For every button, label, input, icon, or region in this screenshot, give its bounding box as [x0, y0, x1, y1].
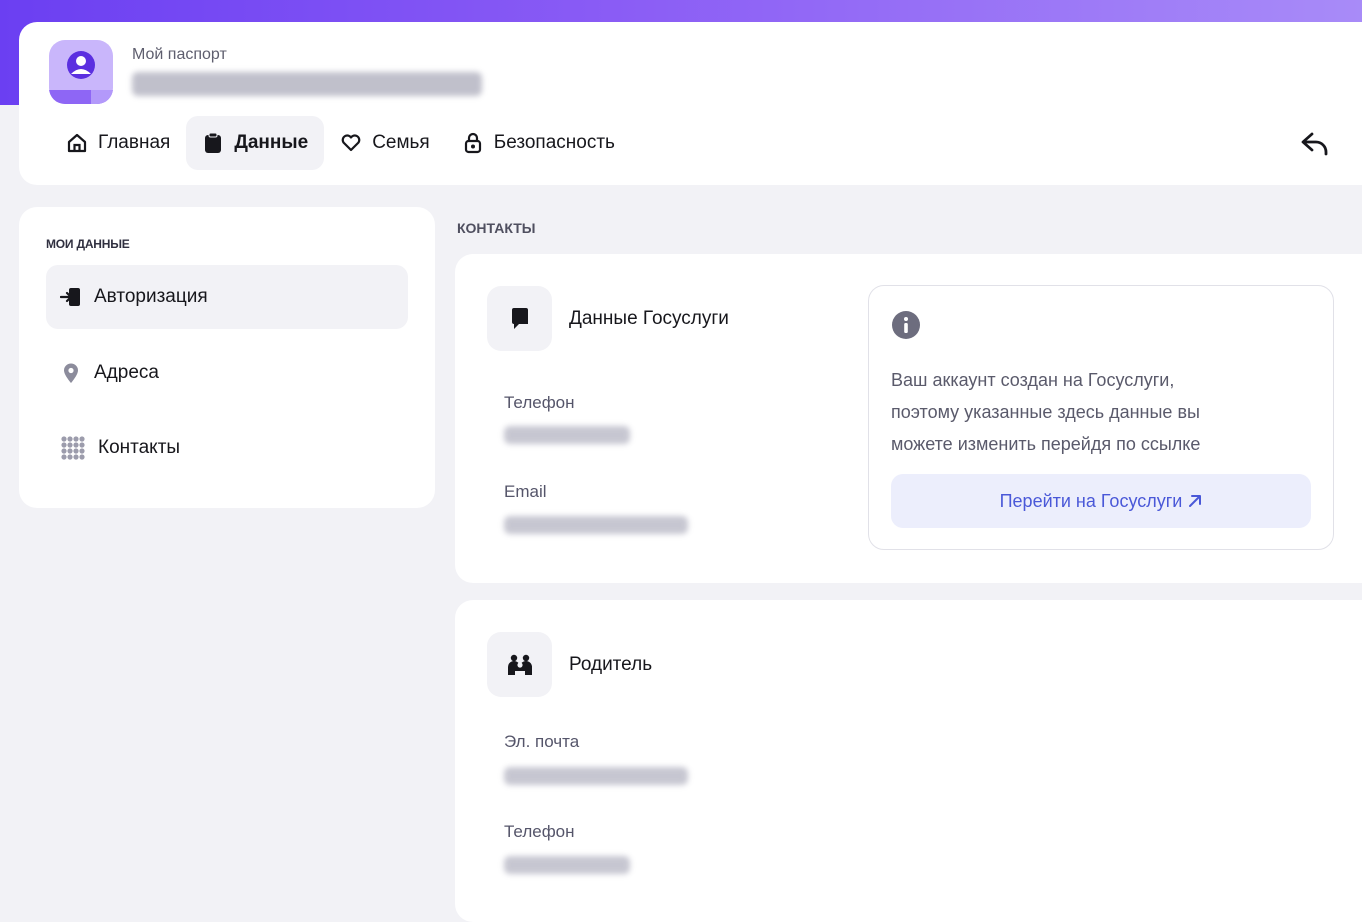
bookmark-icon	[511, 307, 528, 329]
gosuslugi-icon-box	[487, 286, 552, 351]
goto-gosuslugi-button[interactable]: Перейти на Госуслуги	[891, 474, 1311, 528]
info-text: Ваш аккаунт создан на Госуслуги, поэтому…	[891, 364, 1311, 460]
email-label: Эл. почта	[504, 732, 580, 751]
email-label: Email	[504, 482, 547, 501]
user-icon	[67, 51, 95, 79]
sidebar: Мои данные Авторизация Адреса Контакты	[19, 207, 435, 508]
nav-home-label: Главная	[98, 132, 171, 153]
lock-icon	[464, 132, 481, 154]
home-icon	[67, 133, 87, 153]
nav-family[interactable]: Семья	[324, 116, 446, 170]
sidebar-item-label: Контакты	[98, 437, 181, 458]
phone-label: Телефон	[504, 393, 575, 412]
info-icon	[892, 311, 920, 339]
arrow-up-right-icon	[1189, 495, 1202, 507]
main-nav: Главная Данные Семья Безопасность	[50, 116, 631, 170]
location-pin-icon	[64, 363, 78, 383]
nav-home[interactable]: Главная	[50, 116, 186, 170]
gosuslugi-data-card: Данные Госуслуги Телефон Email Ваш аккау…	[455, 254, 1362, 583]
passport-label: Мой паспорт	[132, 46, 227, 63]
email-value-blurred	[504, 516, 688, 534]
sidebar-item-contacts[interactable]: Контакты	[46, 416, 408, 480]
phone-label: Телефон	[504, 822, 575, 841]
nav-data[interactable]: Данные	[186, 116, 325, 170]
card-title: Данные Госуслуги	[569, 308, 729, 329]
nav-security[interactable]: Безопасность	[446, 116, 631, 170]
email-value-blurred	[504, 767, 688, 785]
nav-security-label: Безопасность	[493, 132, 615, 153]
info-text-line: Ваш аккаунт создан на Госуслуги,	[891, 370, 1175, 390]
grid-dots-icon	[61, 436, 85, 460]
gosuslugi-info-box: Ваш аккаунт создан на Госуслуги, поэтому…	[868, 285, 1334, 550]
clipboard-icon	[205, 132, 222, 153]
sidebar-item-authorization[interactable]: Авторизация	[46, 265, 408, 329]
info-text-line: можете изменить перейдя по ссылке	[891, 434, 1201, 454]
info-text-line: поэтому указанные здесь данные вы	[891, 402, 1200, 422]
sidebar-title: Мои данные	[46, 237, 130, 251]
login-icon	[60, 288, 80, 306]
family-icon	[507, 654, 532, 675]
user-name-blurred	[132, 72, 482, 96]
parent-card: Родитель Эл. почта Телефон	[455, 600, 1362, 922]
phone-value-blurred	[504, 426, 630, 444]
parent-icon-box	[487, 632, 552, 697]
nav-family-label: Семья	[372, 132, 430, 153]
card-title: Родитель	[569, 654, 653, 675]
heart-icon	[341, 134, 361, 152]
back-arrow-icon[interactable]	[1300, 130, 1332, 158]
sidebar-item-label: Адреса	[94, 362, 159, 383]
sidebar-item-label: Авторизация	[94, 286, 208, 307]
profile-header: Мой паспорт Главная Данные Семья Безопас…	[19, 22, 1362, 185]
sidebar-item-addresses[interactable]: Адреса	[46, 341, 408, 405]
phone-value-blurred	[504, 856, 630, 874]
avatar	[49, 40, 113, 104]
goto-gosuslugi-label: Перейти на Госуслуги	[999, 490, 1183, 511]
section-title: Контакты	[457, 220, 536, 236]
nav-data-label: Данные	[234, 132, 309, 153]
